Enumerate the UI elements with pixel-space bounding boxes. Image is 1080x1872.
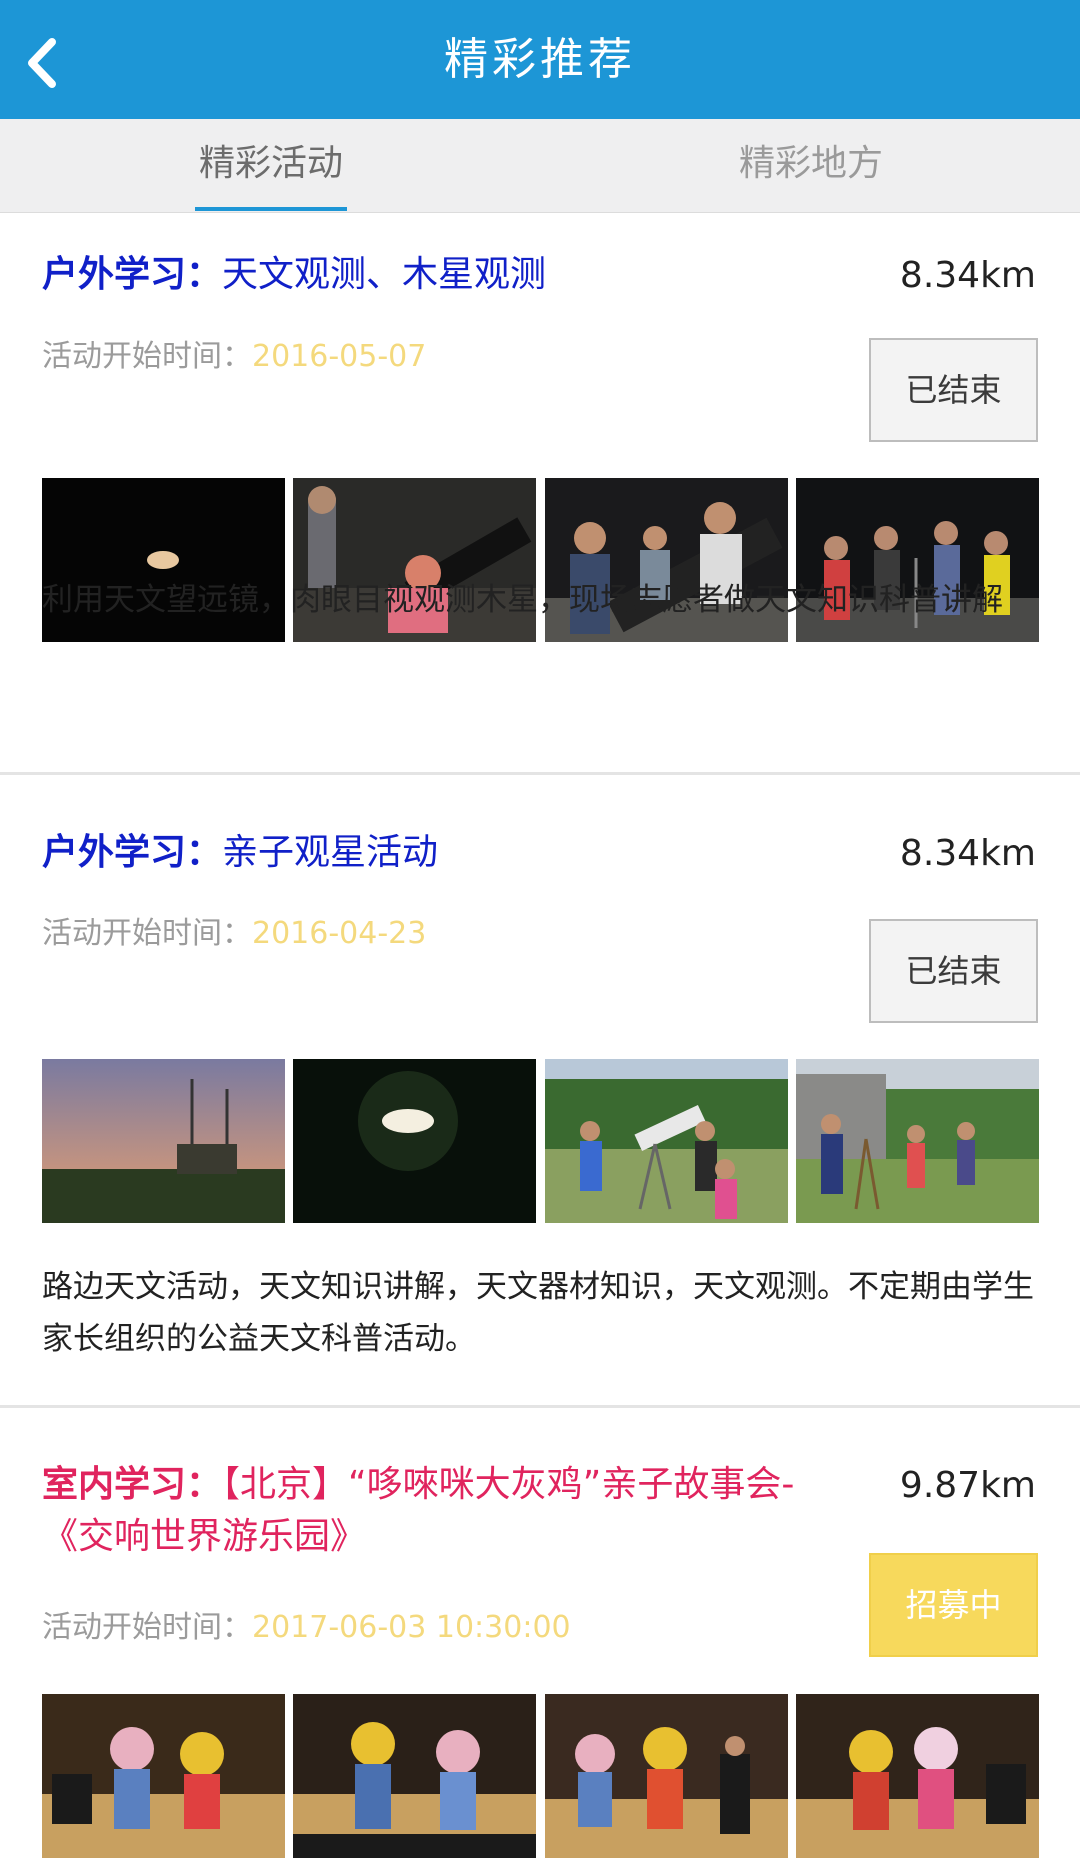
activity-category: 户外学习： [42, 254, 223, 295]
activity-title[interactable]: 户外学习：亲子观星活动 [42, 827, 862, 879]
time-label: 活动开始时间： [42, 339, 252, 374]
activity-start-time: 活动开始时间：2016-05-07 [42, 331, 426, 375]
stage-photo-4[interactable] [796, 1694, 1039, 1858]
activity-distance: 9.87km [899, 1465, 1036, 1506]
kids-telescope-photo[interactable] [545, 1059, 788, 1223]
activity-description: 路边天文活动，天文知识讲解，天文器材知识，天文观测。不定期由学生家长组织的公益天… [42, 1269, 1034, 1357]
group-field-photo[interactable] [796, 1059, 1039, 1223]
tab-bar: 精彩活动 精彩地方 [0, 119, 1080, 213]
nav-header: 精彩推荐 [0, 0, 1080, 119]
page-title: 精彩推荐 [444, 34, 636, 85]
stage-photo-1[interactable] [42, 1694, 285, 1858]
activity-title[interactable]: 室内学习：【北京】“哆唻咪大灰鸡”亲子故事会-《交响世界游乐园》 [42, 1459, 862, 1563]
activity-category: 户外学习： [42, 832, 223, 873]
status-button[interactable]: 已结束 [869, 338, 1038, 442]
activity-distance: 8.34km [899, 833, 1036, 874]
stage-photo-2[interactable] [293, 1694, 536, 1858]
activity-name: 亲子观星活动 [222, 832, 439, 873]
activity-card[interactable]: 室内学习：【北京】“哆唻咪大灰鸡”亲子故事会-《交响世界游乐园》 9.87km … [0, 1408, 1080, 1872]
tab-active-indicator [195, 207, 347, 211]
activity-card[interactable]: 户外学习：亲子观星活动 8.34km 活动开始时间：2016-04-23 已结束… [0, 775, 1080, 1408]
activity-description: 利用天文望远镜，肉眼目视观测木星，现场志愿者做天文知识科普讲解 [42, 582, 1003, 618]
tab-activities[interactable]: 精彩活动 [195, 119, 347, 213]
time-date: 2016-05-07 [252, 339, 427, 374]
stage-photo-3[interactable] [545, 1694, 788, 1858]
time-date: 2016-04-23 [252, 916, 427, 951]
activity-category: 室内学习： [42, 1464, 223, 1505]
status-button[interactable]: 招募中 [869, 1553, 1038, 1657]
activity-title[interactable]: 户外学习：天文观测、木星观测 [42, 249, 862, 301]
tab-places[interactable]: 精彩地方 [735, 119, 887, 213]
time-date: 2017-06-03 10:30:00 [252, 1610, 571, 1645]
status-button[interactable]: 已结束 [869, 919, 1038, 1023]
activity-start-time: 活动开始时间：2016-04-23 [42, 908, 426, 952]
time-label: 活动开始时间： [42, 916, 252, 951]
activity-name: 天文观测、木星观测 [222, 254, 547, 295]
activity-distance: 8.34km [899, 255, 1036, 296]
activity-start-time: 活动开始时间：2017-06-03 10:30:00 [42, 1602, 571, 1646]
sunset-photo[interactable] [42, 1059, 285, 1223]
time-label: 活动开始时间： [42, 1610, 252, 1645]
activity-card[interactable]: 户外学习：天文观测、木星观测 8.34km 活动开始时间：2016-05-07 … [0, 213, 1080, 775]
moon-photo[interactable] [293, 1059, 536, 1223]
